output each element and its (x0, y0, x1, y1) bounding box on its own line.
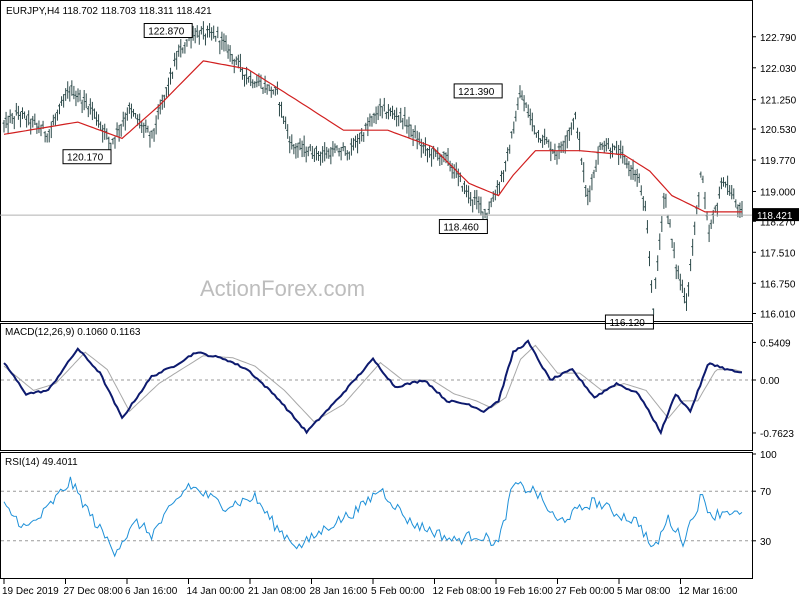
time-tick-label: 12 Mar 16:00 (679, 586, 738, 597)
eurjpy-chart: EURJPY,H4 118.702 118.703 118.311 118.42… (0, 0, 799, 597)
time-tick-label: 5 Mar 08:00 (617, 586, 671, 597)
time-tick-label: 21 Jan 08:00 (248, 586, 306, 597)
macd-lines (1, 339, 752, 436)
price-panel: EURJPY,H4 118.702 118.703 118.311 118.42… (0, 0, 799, 330)
price-y-tick-label: 116.750 (760, 279, 796, 290)
rsi-y-tick-label: 30 (760, 537, 772, 548)
time-tick-label: 19 Feb 16:00 (494, 586, 553, 597)
time-tick-label: 12 Feb 08:00 (433, 586, 492, 597)
last-price-marker: 118.421 (0, 208, 799, 222)
price-annotation-label: 120.170 (67, 153, 104, 164)
rsi-y-axis: 100 70 30 (752, 450, 777, 548)
price-y-axis: 122.790 122.030 121.250 120.530 119.770 119.0… (752, 33, 797, 321)
price-panel-frame (0, 0, 753, 322)
price-y-tick-label: 122.790 (760, 33, 797, 44)
rsi-y-tick-label: 70 (760, 487, 772, 498)
time-tick-label: 5 Feb 00:00 (371, 586, 425, 597)
watermark: ActionForex.com (200, 276, 365, 301)
macd-panel: MACD(12,26,9) 0.1060 0.1163 0.5409 0.00 -0… (0, 323, 794, 451)
macd-signal-line (3, 344, 743, 423)
price-annotation-label: 118.460 (443, 223, 479, 234)
macd-main-line (3, 339, 743, 436)
rsi-header: RSI(14) 49.4011 (5, 457, 78, 468)
rsi-panel-frame (0, 452, 753, 579)
moving-average-line (3, 60, 742, 213)
time-tick-label: 14 Jan 00:00 (187, 586, 245, 597)
price-y-tick-label: 120.530 (760, 125, 797, 136)
macd-y-tick-label: 0.5409 (760, 338, 791, 349)
rsi-line (1, 476, 752, 558)
price-y-tick-label: 117.510 (760, 248, 796, 259)
macd-panel-frame (0, 323, 753, 451)
price-bars (2, 21, 743, 315)
rsi-panel: RSI(14) 49.4011 100 70 30 (0, 450, 777, 579)
price-y-tick-label: 116.010 (760, 310, 796, 321)
macd-y-axis: 0.5409 0.00 -0.7623 (752, 338, 794, 440)
macd-y-tick-label: -0.7623 (760, 429, 794, 440)
price-header: EURJPY,H4 118.702 118.703 118.311 118.42… (6, 6, 212, 17)
price-y-tick-label: 122.030 (760, 64, 797, 75)
price-y-tick-label: 121.250 (760, 96, 797, 107)
price-annotation-label: 121.390 (458, 87, 495, 98)
rsi-y-tick-label: 100 (760, 450, 777, 461)
time-axis: 19 Dec 2019 27 Dec 08:00 6 Jan 16:00 14 Jan… (2, 579, 738, 597)
time-tick-label: 6 Jan 16:00 (125, 586, 178, 597)
time-tick-label: 27 Dec 08:00 (64, 586, 124, 597)
macd-header: MACD(12,26,9) 0.1060 0.1163 (5, 327, 141, 338)
time-tick-label: 27 Feb 00:00 (556, 586, 615, 597)
macd-y-tick-label: 0.00 (760, 376, 780, 387)
price-annotation-label: 122.870 (148, 27, 185, 38)
time-tick-label: 19 Dec 2019 (2, 586, 59, 597)
price-y-tick-label: 119.000 (760, 187, 796, 198)
rsi-series-line (3, 476, 743, 558)
price-y-tick-label: 119.770 (760, 156, 796, 167)
last-price-label: 118.421 (757, 211, 793, 222)
time-tick-label: 28 Jan 16:00 (310, 586, 368, 597)
